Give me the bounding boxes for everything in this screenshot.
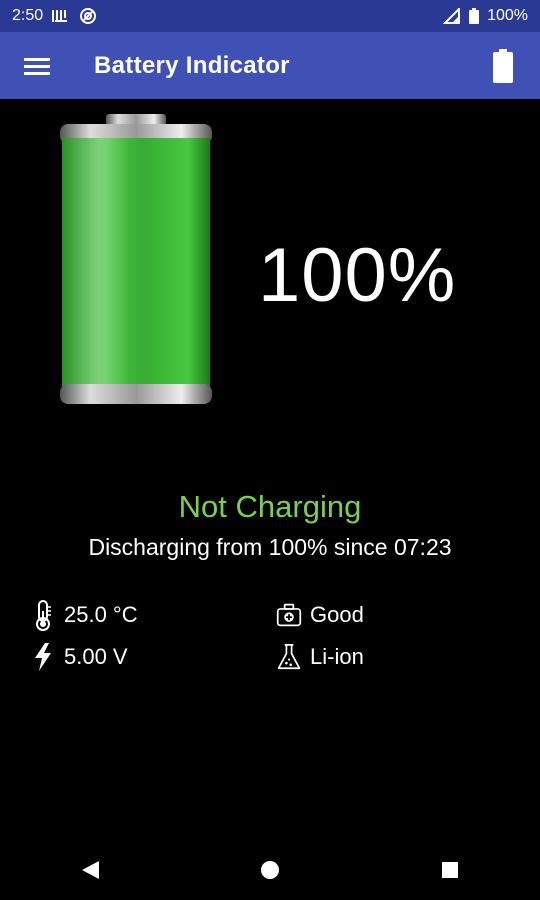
first-aid-kit-icon — [276, 600, 302, 630]
battery-bottom-collar — [60, 384, 212, 404]
app-bar: Battery Indicator — [0, 32, 540, 99]
status-bar: 2:50 100% — [0, 0, 540, 32]
health-value: Good — [310, 602, 364, 627]
thermometer-icon — [30, 600, 56, 631]
temperature-value: 25.0 °C — [64, 602, 138, 627]
app-title: Battery Indicator — [94, 51, 290, 79]
home-button[interactable] — [240, 840, 300, 900]
sync-icon — [79, 7, 97, 25]
back-icon — [82, 861, 99, 879]
status-time: 2:50 — [12, 7, 44, 24]
technology-value: Li-ion — [310, 644, 364, 669]
back-button[interactable] — [60, 840, 120, 900]
technology-row: Li-ion — [276, 642, 364, 672]
voltage-row: 5.00 V — [30, 642, 128, 672]
temperature-row: 25.0 °C — [30, 600, 138, 631]
battery-level-graphic — [56, 112, 216, 408]
recents-icon — [442, 862, 458, 878]
status-bar-left: 2:50 — [12, 7, 97, 25]
battery-percent: 100% — [258, 233, 457, 318]
lightning-icon — [30, 642, 56, 672]
status-bar-right: 100% — [443, 7, 528, 25]
battery-svg — [60, 114, 212, 404]
notification-data-icon — [51, 8, 71, 24]
status-battery-icon — [469, 8, 480, 24]
flask-icon — [276, 642, 302, 672]
home-icon — [261, 861, 279, 879]
voltage-value: 5.00 V — [64, 644, 128, 669]
charging-status: Not Charging — [178, 489, 362, 524]
signal-icon — [443, 8, 461, 24]
navigation-bar — [0, 840, 540, 900]
battery-glass-highlight — [62, 138, 210, 392]
recents-button[interactable] — [420, 840, 480, 900]
status-battery-text: 100% — [487, 7, 528, 24]
health-row: Good — [276, 600, 364, 630]
discharge-info: Discharging from 100% since 07:23 — [88, 534, 452, 560]
battery-icon[interactable] — [486, 46, 520, 86]
menu-icon[interactable] — [20, 49, 54, 83]
